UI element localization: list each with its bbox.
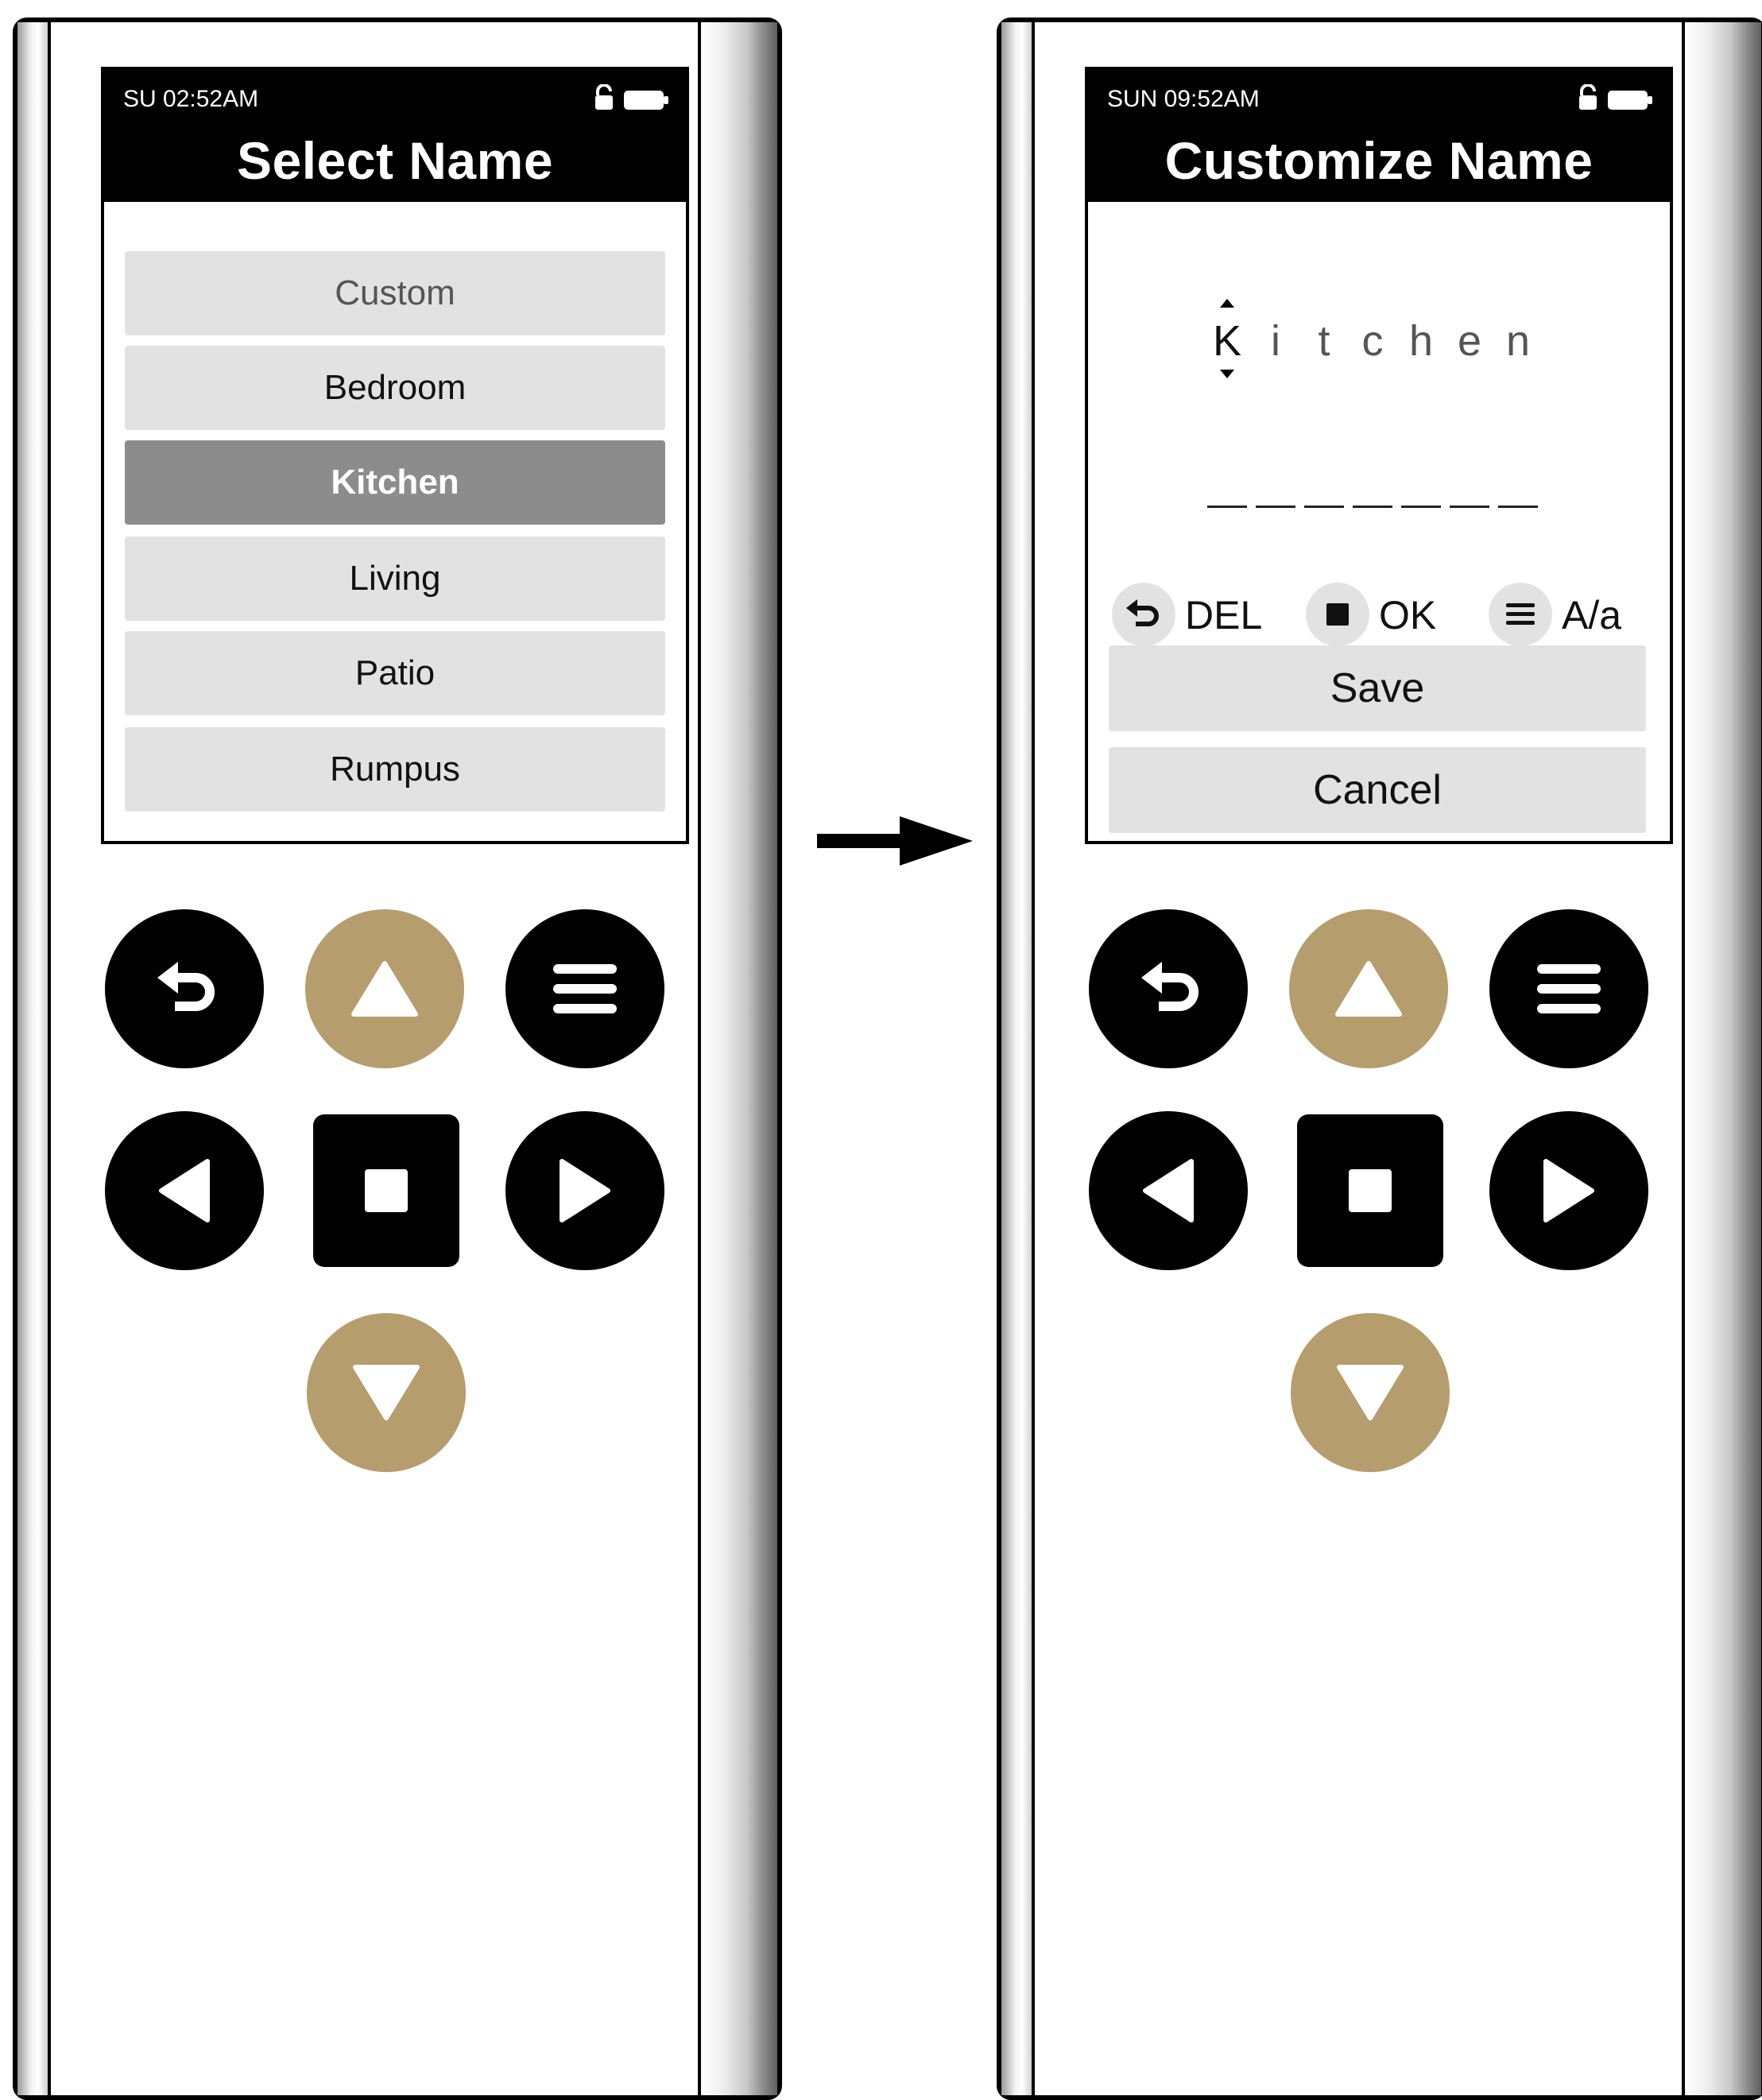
back-icon: [1112, 583, 1175, 646]
screen-header: SU 02:52AM Select Name: [104, 70, 686, 202]
battery-icon: [624, 91, 668, 114]
up-arrow-icon: [351, 961, 418, 1017]
menu-icon: [1537, 964, 1601, 1013]
transition-arrow-icon: [817, 815, 974, 871]
down-arrow-icon: [353, 1365, 420, 1420]
back-icon: [1141, 962, 1199, 1011]
caret-down-icon: [1220, 370, 1234, 378]
customize-name-screen: SUN 09:52AM Customize Name K i t c h e n…: [1085, 67, 1673, 844]
menu-icon: [553, 964, 617, 1013]
remote-left-bezel: [17, 22, 51, 2095]
name-char[interactable]: K: [1211, 316, 1243, 366]
name-editor[interactable]: K i t c h e n: [1088, 299, 1670, 378]
remote-left: SU 02:52AM Select Name Custom Bedroom Ki…: [13, 17, 782, 2100]
back-icon: [157, 962, 215, 1011]
remote-left-bezel: [1001, 22, 1035, 2095]
stop-icon: [1349, 1169, 1392, 1212]
menu-button[interactable]: [505, 909, 664, 1068]
back-button[interactable]: [105, 909, 264, 1068]
remote-right-bezel: [698, 22, 777, 2095]
name-char[interactable]: t: [1308, 316, 1340, 366]
left-arrow-icon: [159, 1159, 210, 1222]
lock-open-icon: [1578, 83, 1598, 115]
remote-right: SUN 09:52AM Customize Name K i t c h e n…: [997, 17, 1762, 2100]
down-button[interactable]: [307, 1313, 466, 1472]
name-char[interactable]: c: [1357, 316, 1388, 366]
menu-icon: [1489, 583, 1552, 646]
back-button[interactable]: [1089, 909, 1248, 1068]
list-item-rumpus[interactable]: Rumpus: [125, 727, 665, 812]
stop-icon: [1306, 583, 1369, 646]
hint-label-del: DEL: [1185, 593, 1263, 637]
right-arrow-icon: [560, 1159, 610, 1222]
ok-button[interactable]: [313, 1114, 459, 1267]
right-arrow-icon: [1543, 1159, 1594, 1222]
page-title: Select Name: [236, 131, 554, 190]
hint-del: DEL: [1112, 583, 1279, 646]
status-time: SU 02:52AM: [123, 86, 259, 112]
down-button[interactable]: [1291, 1313, 1450, 1472]
caret-up-icon: [1220, 299, 1234, 308]
remote-right-bezel: [1682, 22, 1761, 2095]
battery-icon: [1608, 91, 1652, 114]
name-char[interactable]: n: [1502, 316, 1534, 366]
name-char[interactable]: h: [1405, 316, 1437, 366]
name-char[interactable]: i: [1260, 316, 1291, 366]
hint-label-case: A/a: [1562, 593, 1622, 637]
list-item-custom[interactable]: Custom: [125, 251, 665, 335]
hint-case: A/a: [1489, 583, 1648, 646]
page-title: Customize Name: [1164, 131, 1594, 190]
left-button[interactable]: [105, 1111, 264, 1270]
down-arrow-icon: [1337, 1365, 1404, 1420]
left-button[interactable]: [1089, 1111, 1248, 1270]
up-button[interactable]: [1289, 909, 1448, 1068]
list-item-patio[interactable]: Patio: [125, 631, 665, 715]
name-underline: [1207, 506, 1546, 508]
ok-button[interactable]: [1297, 1114, 1443, 1267]
stop-icon: [365, 1169, 408, 1212]
list-item-kitchen[interactable]: Kitchen: [125, 440, 665, 525]
cancel-button[interactable]: Cancel: [1109, 747, 1646, 833]
select-name-screen: SU 02:52AM Select Name Custom Bedroom Ki…: [101, 67, 689, 844]
right-button[interactable]: [505, 1111, 664, 1270]
up-button[interactable]: [305, 909, 464, 1068]
left-arrow-icon: [1143, 1159, 1194, 1222]
status-time: SUN 09:52AM: [1107, 86, 1260, 112]
save-button[interactable]: Save: [1109, 645, 1646, 731]
hint-label-ok: OK: [1379, 593, 1437, 637]
name-char[interactable]: e: [1454, 316, 1485, 366]
up-arrow-icon: [1335, 961, 1402, 1017]
menu-button[interactable]: [1489, 909, 1648, 1068]
right-button[interactable]: [1489, 1111, 1648, 1270]
list-item-living[interactable]: Living: [125, 537, 665, 621]
hint-ok: OK: [1306, 583, 1449, 646]
list-item-bedroom[interactable]: Bedroom: [125, 346, 665, 430]
screen-header: SUN 09:52AM Customize Name: [1088, 70, 1670, 202]
lock-open-icon: [594, 83, 614, 115]
